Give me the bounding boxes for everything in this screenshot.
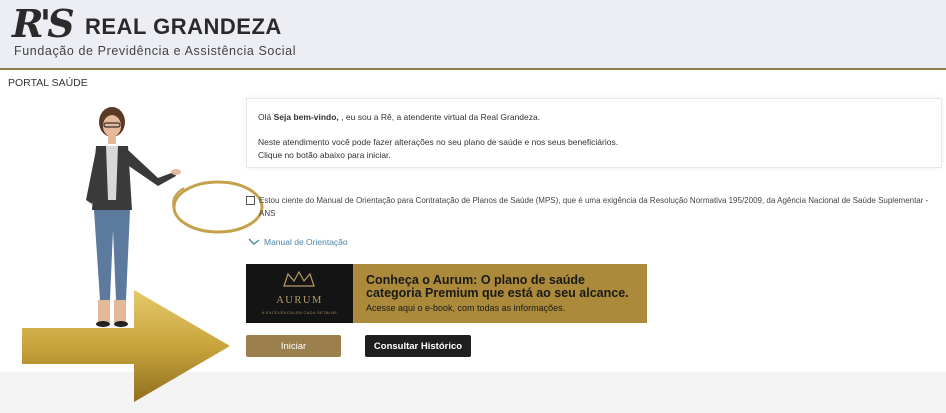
message-line-3: Clique no botão abaixo para iniciar. [258,150,391,160]
manual-link-label: Manual de Orientação [264,237,348,247]
banner-subtitle: Acesse aqui o e-book, com todas as infor… [366,303,566,313]
link-chevron-icon [248,238,260,245]
logo-mark: R'S [12,1,75,46]
message-line-2: Neste atendimento você pode fazer altera… [258,137,619,147]
greeting-bold: Seja bem-vindo, [273,112,339,122]
page-title: PORTAL SAÚDE [8,77,88,89]
header-divider [0,68,946,70]
start-button[interactable]: Iniciar [246,335,341,357]
greeting-rest: , eu sou a Rê, a atendente virtual da Re… [341,112,541,122]
aurum-wordmark: AURUM [276,295,323,306]
brand-name: REAL GRANDEZA [85,14,282,39]
crown-icon [283,270,315,287]
highlight-ellipse-icon [172,180,264,234]
arrow-pointer-icon [22,290,230,402]
banner-headline-2: categoria Premium que está ao seu alcanc… [366,286,629,300]
consent-text: Estou ciente do Manual de Orientação par… [259,196,929,205]
consent-checkbox[interactable] [246,196,255,205]
brand-subtitle: Fundação de Previdência e Assistência So… [14,44,297,58]
site-header: R'S REAL GRANDEZA Fundação de Previdênci… [0,0,946,68]
aurum-tagline: A EXCELÊNCIA EM CADA DETALHE [261,310,338,315]
greeting-prefix: Olá [258,112,272,122]
assistant-message: Olá Seja bem-vindo, , eu sou a Rê, a ate… [246,98,942,168]
greeting-line: Olá Seja bem-vindo, , eu sou a Rê, a ate… [258,112,540,122]
aurum-logo-panel: AURUM A EXCELÊNCIA EM CADA DETALHE [246,264,353,323]
aurum-ebook-banner[interactable]: AURUM A EXCELÊNCIA EM CADA DETALHE Conhe… [246,264,647,323]
manual-orientation-link[interactable]: Manual de Orientação [248,237,348,247]
consent-text-ans: ANS [259,209,276,218]
history-button[interactable]: Consultar Histórico [365,335,471,357]
